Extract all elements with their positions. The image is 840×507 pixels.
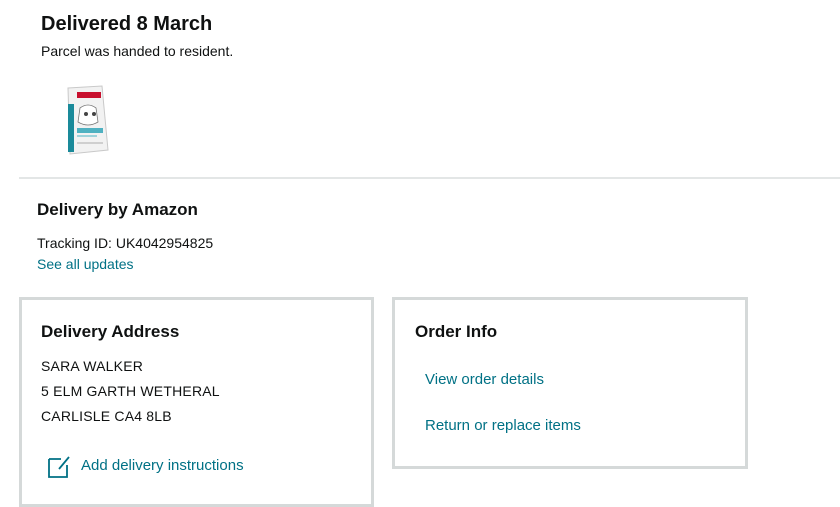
order-info-box: Order Info View order details Return or …: [392, 297, 748, 469]
address-line-name: SARA WALKER: [41, 358, 144, 374]
delivery-address-title: Delivery Address: [41, 322, 180, 341]
view-order-details-link[interactable]: View order details: [425, 371, 544, 388]
section-divider: [19, 177, 840, 179]
address-line-city: CARLISLE CA4 8LB: [41, 408, 172, 424]
order-info-title: Order Info: [415, 322, 498, 341]
return-replace-items-link[interactable]: Return or replace items: [425, 417, 581, 434]
delivery-status-title: Delivered 8 March: [41, 13, 213, 35]
product-image[interactable]: [62, 84, 112, 156]
edit-icon[interactable]: [46, 454, 72, 480]
dog-food-bag-icon: [67, 85, 109, 155]
carrier-title: Delivery by Amazon: [37, 200, 198, 219]
address-line-street: 5 ELM GARTH WETHERAL: [41, 383, 220, 399]
delivery-address-box: Delivery Address SARA WALKER 5 ELM GARTH…: [19, 297, 374, 507]
add-delivery-instructions-link[interactable]: Add delivery instructions: [81, 457, 244, 474]
delivery-status-subtitle: Parcel was handed to resident.: [41, 43, 234, 59]
tracking-id: Tracking ID: UK4042954825: [37, 235, 214, 251]
see-all-updates-link[interactable]: See all updates: [37, 256, 134, 272]
